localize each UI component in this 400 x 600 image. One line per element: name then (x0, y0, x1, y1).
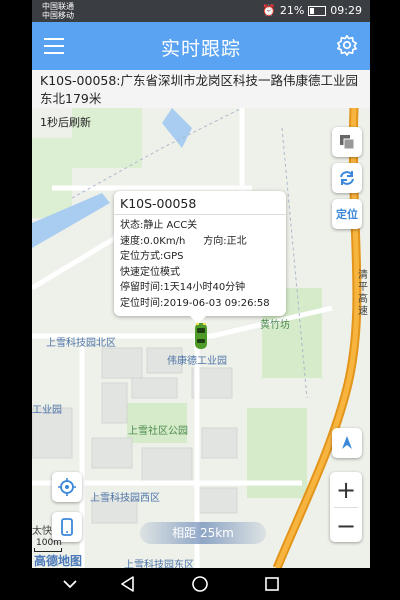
layers-button[interactable] (332, 127, 362, 157)
car-marker-icon[interactable] (194, 322, 208, 350)
popup-title: K10S-00058 (114, 191, 286, 215)
popup-mode: 快速定位模式 (120, 266, 180, 278)
status-bar: 中国联通 中国移动 ⏰ 21% 09:29 (32, 0, 370, 22)
map-scale: 100m (36, 538, 62, 548)
label-park-left: 工业园 (32, 405, 62, 416)
target-icon (58, 478, 76, 496)
map-view[interactable]: 1秒后刷新 上雪科技园北区 伟康德工业园 黄竹坊 工业园 上雪社区公园 上雪科技… (32, 108, 370, 568)
track-center-button[interactable] (52, 472, 82, 502)
status-right: ⏰ 21% 09:29 (262, 4, 362, 17)
label-community-park: 上雪社区公园 (128, 426, 188, 437)
map-logo: 高德地图 (34, 554, 83, 568)
clock: 09:29 (330, 4, 362, 17)
app-screen: 中国联通 中国移动 ⏰ 21% 09:29 实时跟踪 K10S-00058:广东… (32, 0, 370, 600)
zoom-in-button[interactable]: + (330, 472, 362, 507)
app-header: 实时跟踪 (32, 22, 370, 70)
popup-speed-row: 速度:0.0Km/h 方向:正北 (120, 234, 280, 250)
alarm-icon: ⏰ (262, 4, 276, 17)
popup-positioning: 定位方式:GPS (120, 251, 184, 262)
zoom-out-button[interactable]: − (330, 508, 362, 543)
popup-status: 状态:静止 ACC关 (120, 220, 198, 231)
refresh-icon (340, 171, 354, 185)
refresh-countdown: 1秒后刷新 (40, 116, 91, 129)
popup-speed: 速度:0.0Km/h (120, 235, 186, 247)
chevron-down-icon[interactable] (60, 574, 80, 594)
green-area (32, 138, 72, 218)
layers-icon (340, 135, 355, 150)
label-tai-kuai: 太快 (32, 526, 52, 537)
label-weikangde: 伟康德工业园 (167, 356, 227, 367)
distance-badge: 相距 25km (140, 522, 266, 544)
label-park-west: 上雪科技园西区 (90, 493, 160, 504)
water-body (162, 108, 192, 148)
zoom-controls: + − (330, 472, 362, 542)
locate-button[interactable]: 定位 (332, 199, 362, 229)
refresh-button[interactable] (332, 163, 362, 193)
home-circle-icon[interactable] (190, 574, 210, 594)
recents-square-icon[interactable] (262, 574, 282, 594)
battery-icon (308, 5, 327, 16)
label-huangzhuyuan: 黄竹坊 (260, 320, 290, 331)
carrier-1: 中国联通 (42, 2, 74, 11)
navigation-arrow-button[interactable] (332, 428, 362, 458)
popup-locate-time: 定位时间:2019-06-03 09:26:58 (120, 297, 270, 309)
page-title: 实时跟踪 (160, 38, 241, 60)
device-address: K10S-00058:广东省深圳市龙岗区科技一路伟康德工业园东北179米 (32, 70, 370, 108)
battery-percent: 21% (279, 4, 305, 17)
gear-icon[interactable] (336, 34, 358, 56)
carrier-2: 中国移动 (42, 11, 74, 20)
back-triangle-icon[interactable] (118, 574, 138, 594)
carrier-info: 中国联通 中国移动 (42, 2, 74, 20)
label-expressway: 清平高速 (358, 270, 368, 317)
android-navigation-bar (32, 568, 370, 600)
label-park-north: 上雪科技园北区 (46, 338, 116, 349)
vehicle-info-popup[interactable]: K10S-00058 状态:静止 ACC关 速度:0.0Km/h 方向:正北 定位… (114, 191, 286, 324)
label-park-east: 上雪科技园东区 (124, 560, 194, 568)
popup-stay-time: 停留时间:1天14小时40分钟 (120, 282, 246, 293)
popup-direction: 方向:正北 (203, 235, 247, 247)
phone-icon (61, 518, 73, 536)
navigation-arrow-icon (342, 436, 352, 449)
